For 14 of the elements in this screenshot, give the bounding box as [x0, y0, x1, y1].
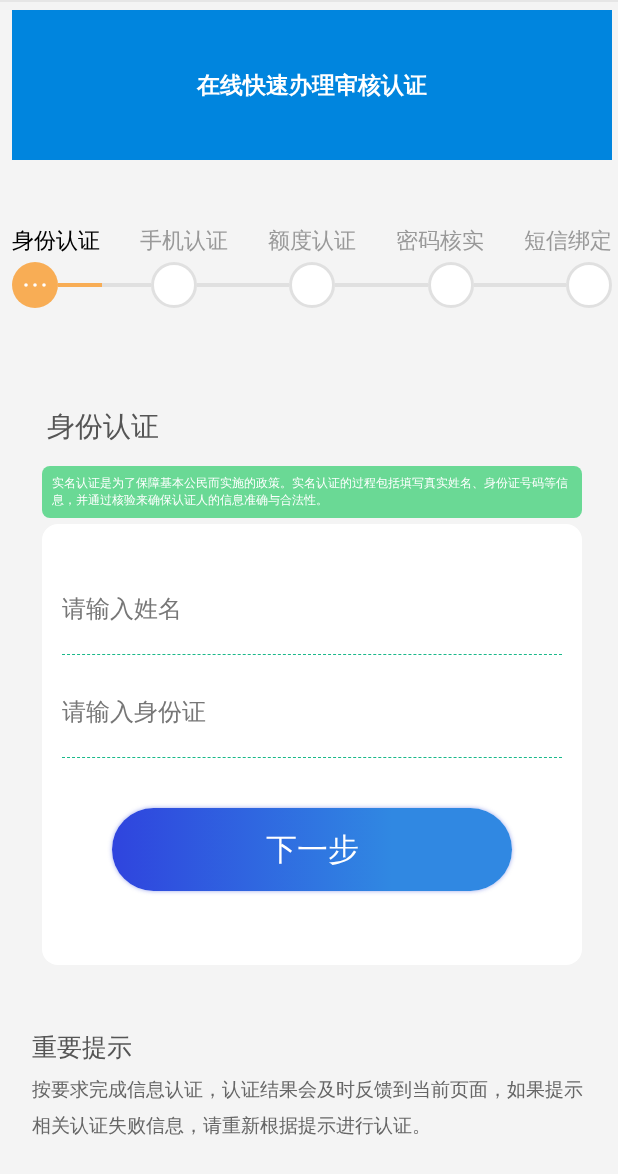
- next-button[interactable]: 下一步: [112, 808, 512, 891]
- input-field[interactable]: 请输入姓名: [62, 564, 562, 655]
- step-label[interactable]: 身份认证: [12, 226, 100, 256]
- input-field[interactable]: 请输入身份证: [62, 667, 562, 758]
- notice-banner: 实名认证是为了保障基本公民而实施的政策。实名认证的过程包括填写真实姓名、身份证号码等信息，并通过核验来确保认证人的信息准确与合法性。: [42, 466, 582, 518]
- banner-title: 在线快速办理审核认证: [197, 70, 427, 100]
- section-title: 身份认证: [47, 409, 160, 445]
- tips-text: 按要求完成信息认证，认证结果会及时反馈到当前页面，如果提示相关认证失败信息，请重新根据提示进行认证。: [32, 1078, 584, 1138]
- tips-title: 重要提示: [32, 1032, 133, 1064]
- dots-icon: [24, 283, 46, 287]
- step-label[interactable]: 手机认证: [140, 226, 228, 256]
- step-label[interactable]: 密码核实: [396, 226, 484, 256]
- step-label[interactable]: 短信绑定: [524, 226, 612, 256]
- step-label[interactable]: 额度认证: [268, 226, 356, 256]
